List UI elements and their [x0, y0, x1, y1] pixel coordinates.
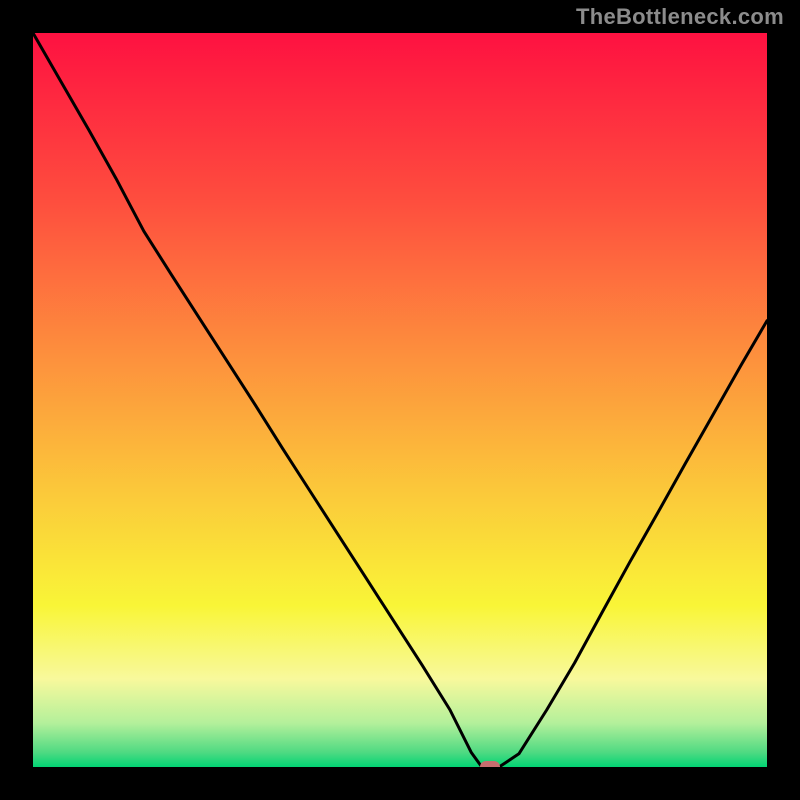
- watermark-text: TheBottleneck.com: [576, 4, 784, 30]
- chart-frame: TheBottleneck.com: [0, 0, 800, 800]
- bottleneck-curve: [33, 33, 767, 767]
- optimal-point-marker: [480, 761, 500, 767]
- plot-area: [33, 33, 767, 767]
